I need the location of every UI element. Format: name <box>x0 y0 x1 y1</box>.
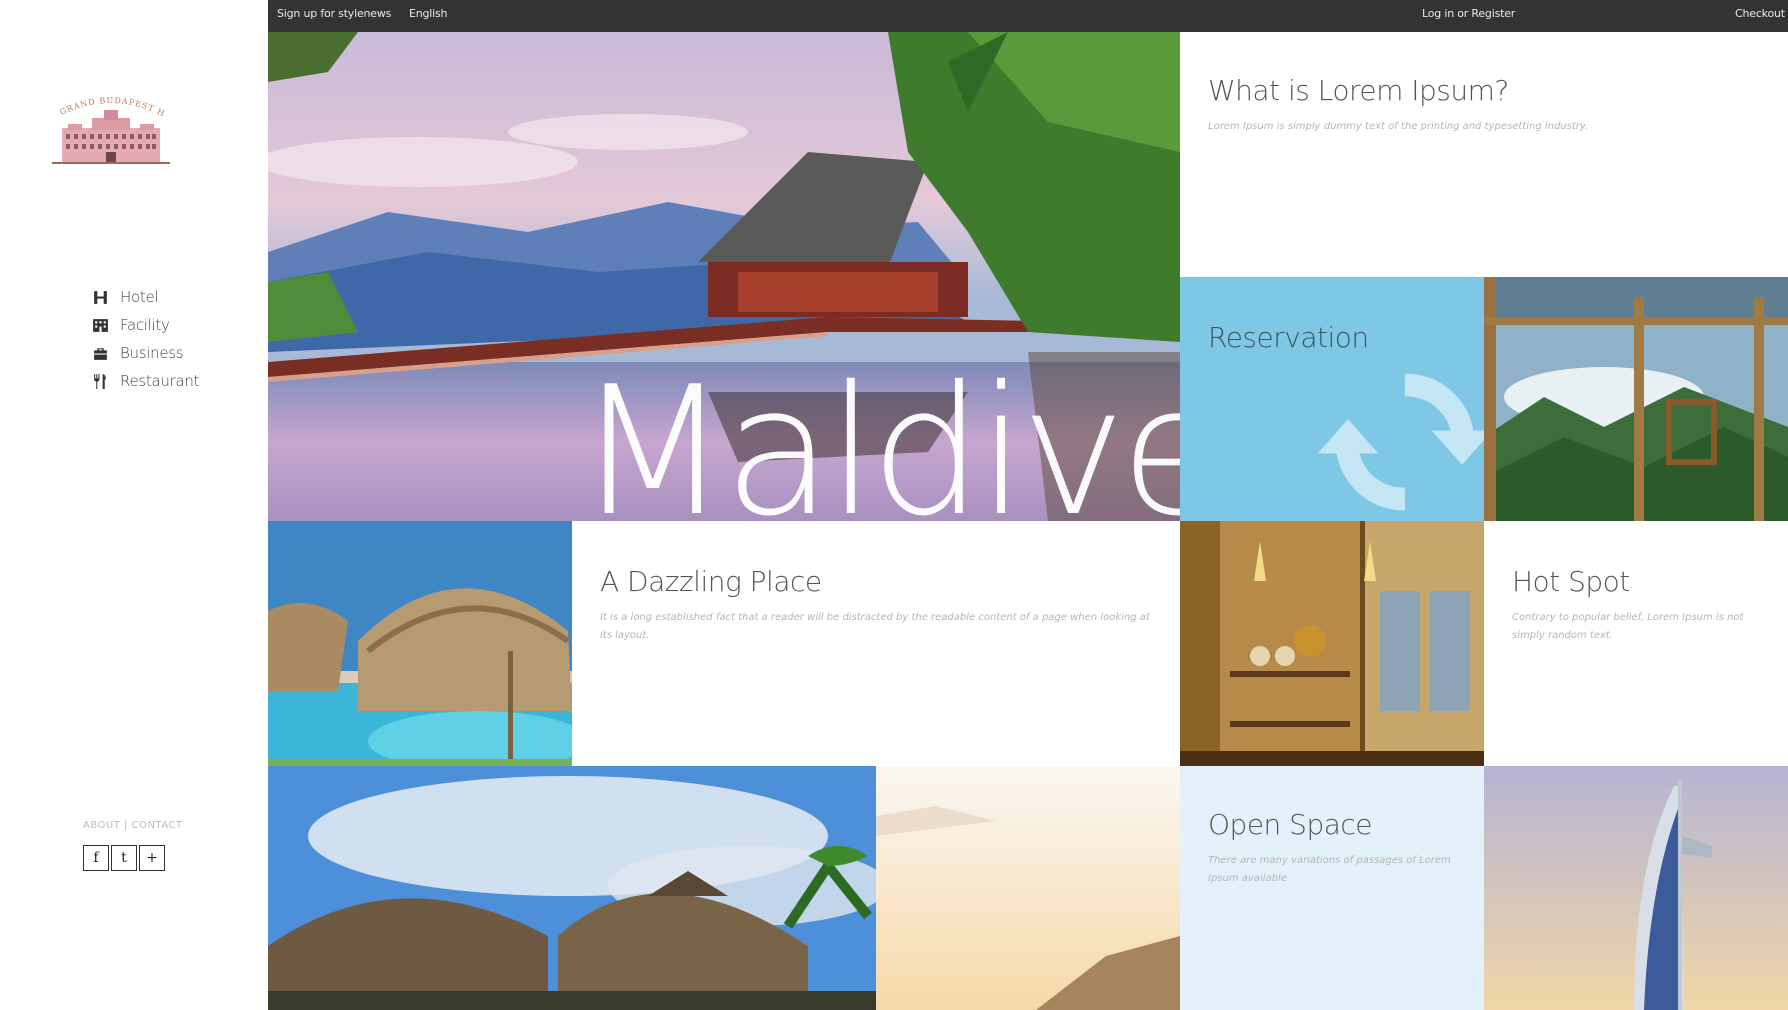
interior-photo-tile[interactable] <box>1180 521 1484 766</box>
login-register-link[interactable]: Log in or Register <box>1422 0 1515 28</box>
social-links: f t + <box>83 845 165 871</box>
top-bar: Sign up for stylenews English Log in or … <box>268 0 1788 32</box>
pool-photo <box>268 521 572 766</box>
burj-photo-tile[interactable] <box>1484 766 1788 1010</box>
openspace-tile[interactable]: Open Space There are many variations of … <box>1180 766 1484 1010</box>
sidebar-item-label: Business <box>120 344 184 362</box>
sunset-photo <box>876 766 1180 1010</box>
pool-photo-tile[interactable] <box>268 521 572 766</box>
hotspot-title: Hot Spot <box>1512 565 1630 598</box>
lorem-tile[interactable]: What is Lorem Ipsum? Lorem Ipsum is simp… <box>1180 32 1788 277</box>
pavilion-photo <box>1484 277 1788 521</box>
dazzling-title: A Dazzling Place <box>600 565 822 598</box>
sidebar-item-label: Hotel <box>120 288 159 306</box>
lorem-title: What is Lorem Ipsum? <box>1208 74 1509 107</box>
refresh-icon <box>1317 373 1484 511</box>
plus-button[interactable]: + <box>139 845 165 871</box>
hotspot-tile[interactable]: Hot Spot Contrary to popular belief, Lor… <box>1484 521 1788 766</box>
hotspot-text: Contrary to popular belief, Lorem Ipsum … <box>1512 612 1744 641</box>
lorem-text: Lorem Ipsum is simply dummy text of the … <box>1208 121 1589 132</box>
reservation-tile[interactable]: Reservation <box>1180 277 1484 521</box>
building-icon <box>92 316 114 334</box>
facebook-button[interactable]: f <box>83 845 109 871</box>
sidebar-item-label: Restaurant <box>120 372 200 390</box>
hero-title: Maldives <box>576 348 1180 522</box>
cutlery-icon <box>92 372 114 390</box>
twitter-button[interactable]: t <box>111 845 137 871</box>
hero-maldives[interactable]: Maldives <box>268 32 1180 521</box>
sidebar-item-business[interactable]: Business <box>92 339 199 367</box>
burj-photo <box>1484 766 1788 1010</box>
dazzling-text: It is a long established fact that a rea… <box>600 612 1150 641</box>
hotel-h-icon <box>92 288 114 306</box>
grand-budapest-logo-icon: GRAND BUDAPEST HOTEL <box>48 88 170 164</box>
dazzling-tile[interactable]: A Dazzling Place It is a long establishe… <box>572 521 1180 766</box>
briefcase-icon <box>92 344 114 362</box>
openspace-title: Open Space <box>1208 808 1373 841</box>
interior-photo <box>1180 521 1484 766</box>
sidebar-item-restaurant[interactable]: Restaurant <box>92 367 199 395</box>
hotel-logo[interactable]: GRAND BUDAPEST HOTEL <box>48 88 174 168</box>
footer-links[interactable]: ABOUT | CONTACT <box>83 820 182 831</box>
huts-photo <box>268 766 876 1010</box>
pavilion-photo-tile[interactable] <box>1484 277 1788 521</box>
huts-photo-tile[interactable] <box>268 766 876 1010</box>
sidebar-item-facility[interactable]: Facility <box>92 311 199 339</box>
language-link[interactable]: English <box>409 0 448 28</box>
openspace-text: There are many variations of passages of… <box>1208 855 1451 884</box>
sidebar: GRAND BUDAPEST HOTEL <box>0 0 268 1010</box>
checkout-link[interactable]: Checkout <box>1735 0 1785 28</box>
signup-link[interactable]: Sign up for stylenews <box>277 0 391 28</box>
sidebar-item-hotel[interactable]: Hotel <box>92 283 199 311</box>
sidebar-nav: Hotel Facility Business Restaurant <box>92 283 199 395</box>
sidebar-item-label: Facility <box>120 316 170 334</box>
sunset-photo-tile[interactable] <box>876 766 1180 1010</box>
